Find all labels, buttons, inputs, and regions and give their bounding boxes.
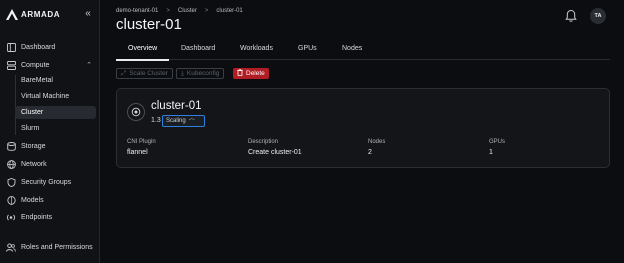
server-icon — [6, 60, 16, 70]
tab-gpus[interactable]: GPUs — [298, 45, 317, 52]
active-tab-indicator — [116, 59, 169, 61]
sidebar-item-label: Security Groups — [21, 178, 72, 186]
breadcrumb: demo-tenant-01 > Cluster > cluster-01 — [116, 8, 243, 14]
armada-logo-icon — [6, 8, 18, 20]
tab-dashboard[interactable]: Dashboard — [181, 45, 215, 52]
kubeconfig-button[interactable]: ⤓ Kubeconfig — [176, 68, 225, 79]
tab-nodes[interactable]: Nodes — [342, 45, 362, 52]
chevron-right-icon: > — [204, 8, 209, 14]
tab-bar: Overview Dashboard Workloads GPUs Nodes — [116, 42, 610, 60]
cni-plugin-value: flannel — [127, 149, 148, 156]
breadcrumb-tenant[interactable]: demo-tenant-01 — [116, 8, 158, 14]
delete-button[interactable]: Delete — [233, 68, 269, 79]
scaling-spinner-icon: ⌒ — [188, 119, 195, 126]
status-badge[interactable]: Scaling ⌒ — [162, 115, 205, 127]
sidebar-subitem-slurm[interactable]: Slurm — [15, 122, 96, 135]
status-text: Scaling — [166, 118, 186, 124]
database-icon — [6, 141, 16, 151]
chevron-right-icon: > — [166, 8, 170, 14]
nodes-value: 2 — [368, 149, 372, 156]
sidebar-item-dashboard[interactable]: Dashboard — [0, 40, 100, 54]
layout-icon — [6, 42, 16, 52]
sidebar-item-roles-and-permissions[interactable]: Roles and Permissions — [0, 240, 100, 254]
sidebar-item-label: Endpoints — [21, 213, 53, 221]
description-value: Create cluster-01 — [248, 149, 302, 156]
gpus-label: GPUs — [489, 139, 506, 145]
sidebar-item-network[interactable]: Network — [0, 157, 100, 171]
gpus-value: 1 — [489, 149, 493, 156]
collapse-sidebar-icon[interactable]: « — [82, 8, 94, 20]
sidebar-subitem-baremetal[interactable]: BareMetal — [15, 74, 96, 87]
shield-icon — [6, 177, 16, 187]
models-icon — [6, 195, 16, 205]
breadcrumb-current: cluster-01 — [216, 8, 243, 14]
users-icon — [6, 242, 16, 252]
sidebar-item-label: Roles and Permissions — [21, 243, 93, 251]
scale-icon: ⤢ — [121, 69, 127, 77]
sidebar-item-endpoints[interactable]: Endpoints — [0, 210, 100, 224]
brand-name: ARMADA — [21, 9, 61, 19]
kubeconfig-label: Kubeconfig — [186, 70, 220, 77]
cni-plugin-label: CNI Plugin — [127, 139, 156, 145]
scale-cluster-button[interactable]: ⤢ Scale Cluster — [116, 68, 173, 79]
bell-icon[interactable] — [564, 9, 578, 23]
brand[interactable]: ARMADA — [6, 8, 60, 20]
globe-icon — [6, 159, 16, 169]
sidebar: ARMADA « Dashboard Compute ⌃ BareMetal V… — [0, 0, 100, 263]
cluster-version: 1.3 — [151, 117, 161, 124]
sidebar-item-compute[interactable]: Compute ⌃ — [0, 58, 100, 72]
cluster-name: cluster-01 — [151, 100, 202, 112]
sidebar-item-security-groups[interactable]: Security Groups — [0, 175, 100, 189]
sidebar-item-models[interactable]: Models — [0, 193, 100, 207]
sidebar-item-label: Compute — [21, 61, 50, 69]
scale-cluster-label: Scale Cluster — [129, 70, 168, 77]
cluster-icon — [127, 103, 145, 121]
tab-overview[interactable]: Overview — [128, 45, 157, 52]
sidebar-item-label: Storage — [21, 142, 46, 150]
delete-label: Delete — [246, 70, 265, 77]
trash-icon — [237, 69, 243, 78]
endpoint-icon — [6, 212, 16, 222]
download-icon: ⤓ — [181, 69, 184, 77]
sidebar-subitem-cluster[interactable]: Cluster — [15, 106, 96, 119]
nodes-label: Nodes — [368, 139, 386, 145]
avatar[interactable]: TA — [590, 8, 606, 24]
chevron-up-icon: ⌃ — [86, 62, 92, 69]
sidebar-item-label: Dashboard — [21, 43, 56, 51]
sidebar-item-label: Network — [21, 160, 47, 168]
sidebar-item-label: Models — [21, 196, 44, 204]
description-label: Description — [248, 139, 279, 145]
sidebar-item-storage[interactable]: Storage — [0, 139, 100, 153]
sidebar-subitem-virtual-machine[interactable]: Virtual Machine — [15, 90, 96, 103]
breadcrumb-cluster[interactable]: Cluster — [178, 8, 197, 14]
page-title: cluster-01 — [116, 16, 182, 33]
tab-workloads[interactable]: Workloads — [240, 45, 273, 52]
